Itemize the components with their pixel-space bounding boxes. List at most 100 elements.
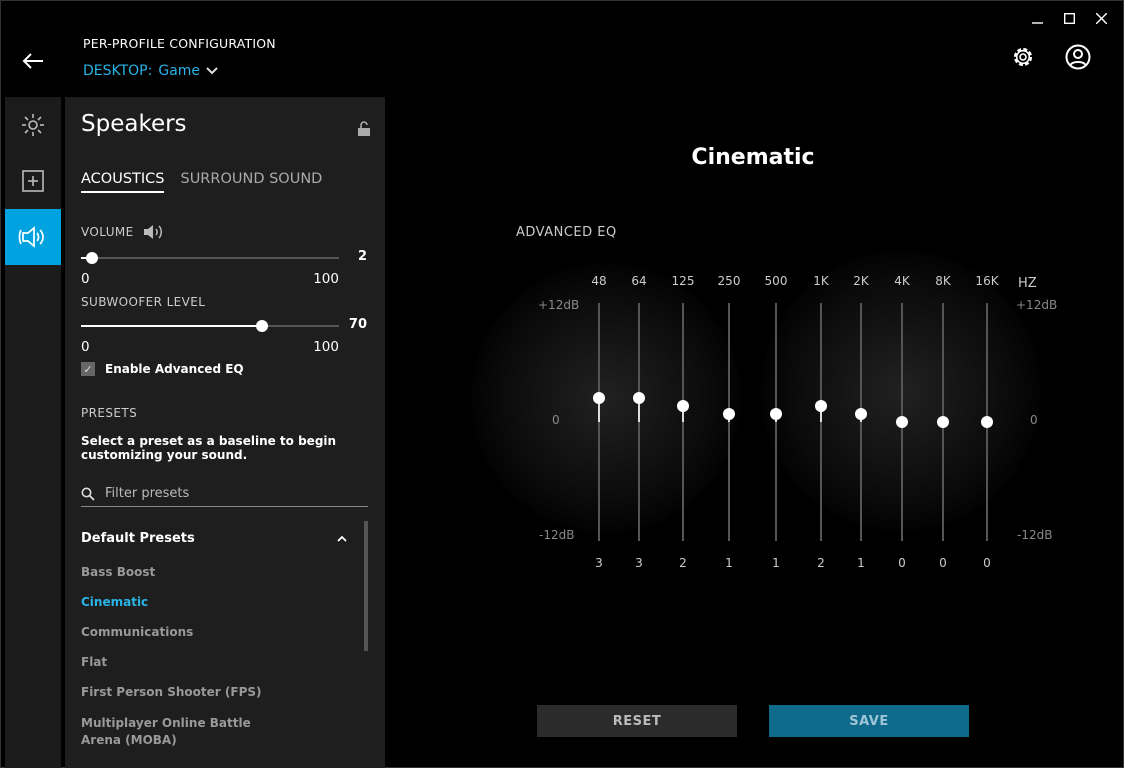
user-account-icon[interactable] [1064, 43, 1092, 71]
subwoofer-min: 0 [81, 339, 90, 355]
eq-band-track[interactable] [775, 303, 777, 541]
subwoofer-max: 100 [313, 339, 339, 355]
eq-band-knob[interactable] [723, 408, 735, 421]
eq-band-frequency: 2K [853, 274, 869, 288]
eq-unit-label: HZ [1018, 276, 1037, 291]
subwoofer-slider-knob[interactable] [255, 320, 268, 332]
add-icon [22, 170, 44, 192]
preset-item-fps[interactable]: First Person Shooter (FPS) [81, 685, 351, 715]
chevron-down-icon [206, 63, 218, 79]
reset-button[interactable]: RESET [537, 705, 737, 737]
minimize-icon[interactable] [1021, 9, 1053, 27]
rail-item-lighting[interactable] [5, 97, 61, 153]
eq-band-value: 3 [595, 556, 603, 570]
checkmark-icon: ✓ [81, 362, 95, 376]
eq-band-frequency: 16K [975, 274, 999, 288]
preset-item-flat[interactable]: Flat [81, 655, 351, 685]
eq-band-knob[interactable] [896, 416, 908, 428]
profile-selector[interactable]: DESKTOP: Game [83, 63, 218, 79]
volume-slider[interactable] [81, 252, 339, 264]
eq-band-knob[interactable] [855, 408, 867, 421]
eq-band-knob[interactable] [770, 408, 782, 421]
volume-label: VOLUME [81, 225, 134, 239]
profile-prefix: DESKTOP: [83, 63, 153, 79]
save-button[interactable]: SAVE [769, 705, 969, 737]
preset-item-bass-boost[interactable]: Bass Boost [81, 565, 351, 595]
db-top-left: +12dB [538, 298, 580, 312]
search-icon [81, 487, 95, 501]
filter-presets-field [81, 481, 368, 507]
gear-icon[interactable] [1009, 43, 1037, 71]
preset-group-label: Default Presets [81, 531, 195, 546]
window-controls [1021, 9, 1117, 27]
lighting-icon [22, 114, 44, 136]
rail-item-assignments[interactable] [5, 153, 61, 209]
eq-band-frequency: 125 [671, 274, 695, 288]
preset-group-default[interactable]: Default Presets [81, 531, 347, 546]
close-icon[interactable] [1085, 9, 1117, 27]
subwoofer-label: SUBWOOFER LEVEL [81, 295, 206, 309]
db-bottom-left: -12dB [539, 528, 575, 542]
eq-band-track[interactable] [820, 303, 822, 541]
profile-name: Game [158, 63, 201, 79]
eq-band-value: 3 [635, 556, 643, 570]
eq-band-frequency: 64 [631, 274, 647, 288]
preset-item-cinematic[interactable]: Cinematic [81, 595, 351, 625]
unlock-icon[interactable] [357, 121, 371, 137]
preset-item-moba[interactable]: Multiplayer Online Battle Arena (MOBA) [81, 715, 251, 755]
eq-band-value: 2 [817, 556, 825, 570]
speaker-icon [18, 226, 44, 248]
volume-icon [143, 225, 162, 239]
enable-advanced-eq-label: Enable Advanced EQ [105, 362, 244, 376]
tab-surround-sound[interactable]: SURROUND SOUND [180, 171, 322, 193]
volume-min: 0 [81, 271, 90, 287]
eq-band-value: 0 [898, 556, 906, 570]
back-arrow-icon[interactable] [21, 49, 45, 73]
eq-band-frequency: 4K [894, 274, 910, 288]
filter-presets-input[interactable] [105, 486, 345, 501]
preset-item-communications[interactable]: Communications [81, 625, 351, 655]
maximize-icon[interactable] [1053, 9, 1085, 27]
speaker-settings-panel: Speakers ACOUSTICS SURROUND SOUND VOLUME… [65, 97, 385, 768]
preset-list-scrollbar[interactable] [364, 521, 368, 651]
eq-band-track[interactable] [598, 303, 600, 541]
eq-band-knob[interactable] [937, 416, 949, 428]
enable-advanced-eq-checkbox[interactable]: ✓ Enable Advanced EQ [81, 362, 244, 376]
eq-band-track[interactable] [682, 303, 684, 541]
presets-description: Select a preset as a baseline to begin c… [81, 434, 337, 462]
active-preset-title: Cinematic [691, 145, 815, 170]
eq-band-frequency: 8K [935, 274, 951, 288]
eq-band-frequency: 500 [764, 274, 788, 288]
eq-band-value: 2 [679, 556, 687, 570]
page-title: PER-PROFILE CONFIGURATION [83, 36, 276, 51]
subwoofer-value: 70 [348, 317, 367, 332]
rail-item-speakers[interactable] [5, 209, 61, 265]
eq-band-value: 1 [857, 556, 865, 570]
eq-band-frequency: 48 [591, 274, 607, 288]
eq-band-knob[interactable] [981, 416, 993, 428]
volume-label-row: VOLUME [81, 223, 164, 241]
presets-heading: PRESETS [81, 406, 138, 420]
panel-tabs: ACOUSTICS SURROUND SOUND [81, 171, 322, 193]
eq-band-track[interactable] [638, 303, 640, 541]
eq-band-track[interactable] [728, 303, 730, 541]
eq-band-frequency: 250 [717, 274, 741, 288]
subwoofer-slider[interactable] [81, 320, 339, 332]
eq-band-track[interactable] [860, 303, 862, 541]
eq-band-value: 0 [983, 556, 991, 570]
tab-acoustics[interactable]: ACOUSTICS [81, 171, 165, 193]
preset-list: Bass Boost Cinematic Communications Flat… [81, 565, 351, 755]
volume-slider-knob[interactable] [86, 252, 98, 264]
eq-band-value: 0 [939, 556, 947, 570]
db-bottom-right: -12dB [1017, 528, 1053, 542]
eq-band-value: 1 [772, 556, 780, 570]
db-mid-right: 0 [1030, 413, 1038, 427]
volume-value: 2 [357, 249, 367, 264]
db-mid-left: 0 [552, 413, 560, 427]
volume-max: 100 [313, 271, 339, 287]
eq-band-frequency: 1K [813, 274, 829, 288]
speaker-illustration-left [471, 263, 741, 533]
panel-title: Speakers [81, 111, 187, 137]
advanced-eq-title: ADVANCED EQ [516, 225, 617, 240]
feature-rail [5, 97, 61, 768]
